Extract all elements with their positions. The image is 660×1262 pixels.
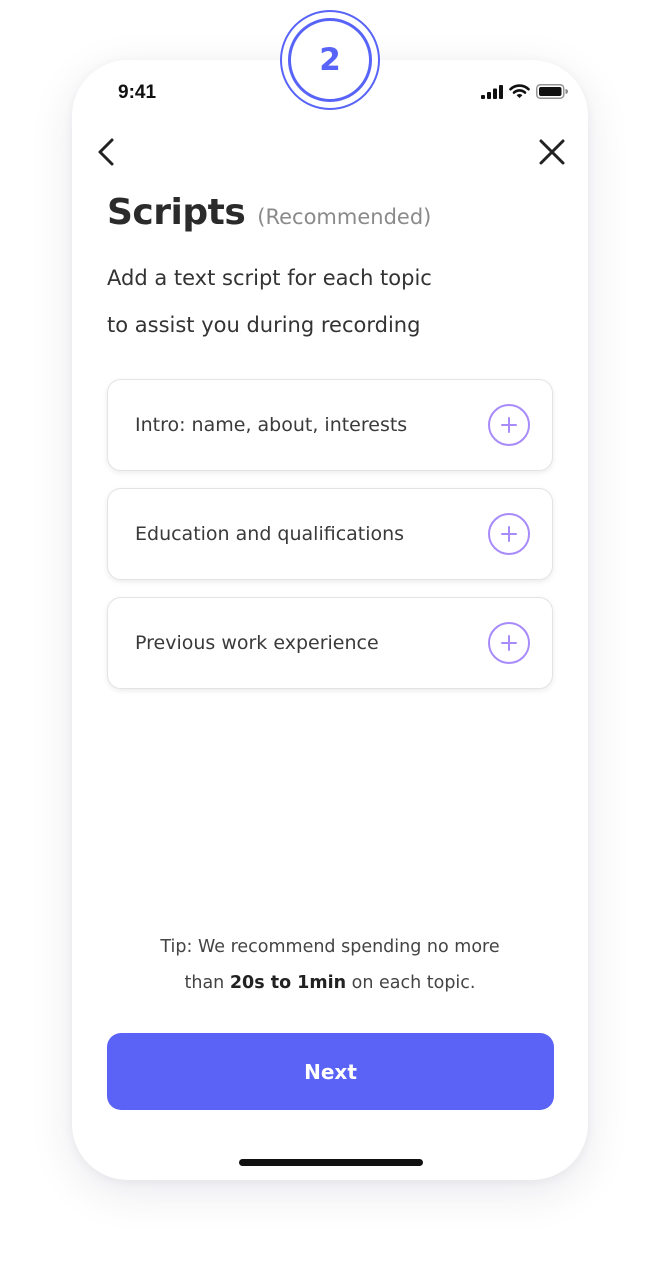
step-number-badge: 2 [280,10,380,110]
topic-card-work-experience[interactable]: Previous work experience [107,597,553,689]
topic-label: Previous work experience [135,632,379,654]
tip-line-1: Tip: We recommend spending no more [160,937,500,957]
page-title: Scripts [107,192,246,233]
topic-list: Intro: name, about, interests Education … [107,379,553,689]
tip-duration: 20s to 1min [229,973,347,993]
description-line-1: Add a text script for each topic [107,266,432,290]
add-script-button[interactable] [488,622,530,664]
tip-line-2-prefix: than [184,973,230,993]
topic-card-education[interactable]: Education and qualifications [107,488,553,580]
chevron-left-icon [98,138,114,166]
plus-icon [501,526,517,542]
cellular-signal-icon [481,84,503,99]
topic-card-intro[interactable]: Intro: name, about, interests [107,379,553,471]
back-button[interactable] [86,132,126,172]
close-icon [539,139,565,165]
battery-icon [536,84,568,99]
tip-line-2-suffix: on each topic. [346,973,476,993]
plus-icon [501,417,517,433]
add-script-button[interactable] [488,404,530,446]
title-row: Scripts (Recommended) [107,192,431,233]
status-bar-icons [481,84,568,99]
description-line-2: to assist you during recording [107,313,421,337]
add-script-button[interactable] [488,513,530,555]
topic-label: Intro: name, about, interests [135,414,408,436]
step-number: 2 [288,18,372,102]
wifi-icon [509,84,530,98]
phone-frame: 9:41 Scripts (Recommended) Add a text sc… [72,60,588,1180]
home-indicator [239,1159,423,1166]
title-recommended-note: (Recommended) [257,205,432,229]
plus-icon [501,635,517,651]
page-description: Add a text script for each topic to assi… [107,255,527,349]
status-bar-time: 9:41 [118,82,157,103]
tip-text: Tip: We recommend spending no more than … [72,929,588,1001]
topic-label: Education and qualifications [135,523,405,545]
close-button[interactable] [532,132,572,172]
next-button[interactable]: Next [107,1033,554,1110]
tip-line-2: than 20s to 1min on each topic. [72,965,588,1001]
